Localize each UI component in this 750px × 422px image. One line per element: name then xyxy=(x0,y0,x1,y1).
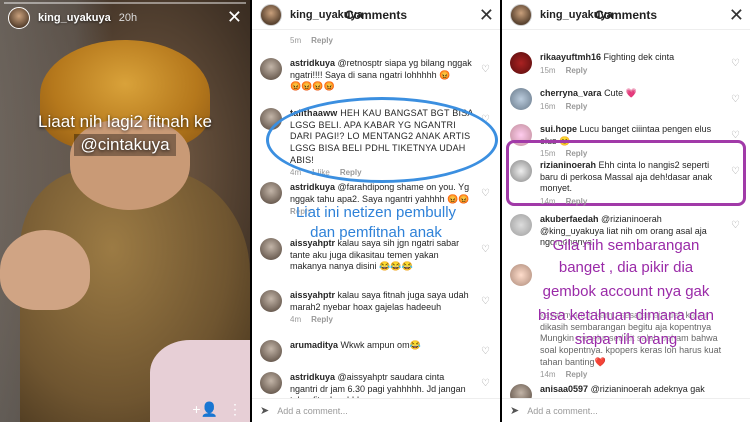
avatar[interactable] xyxy=(260,238,282,260)
avatar[interactable] xyxy=(260,182,282,204)
avatar[interactable] xyxy=(8,7,30,29)
avatar[interactable] xyxy=(510,3,532,26)
add-comment-bar: ➤ Add a comment... xyxy=(252,398,500,422)
avatar[interactable] xyxy=(510,52,532,74)
add-person-icon[interactable]: +👤 xyxy=(192,401,218,418)
comments-header: king_uyakuya Comments ✕ xyxy=(502,0,750,30)
comments-panel-1: king_uyakuya Comments ✕ 5m Reply astridku… xyxy=(252,0,500,422)
heart-icon[interactable]: ♡ xyxy=(481,188,490,199)
more-icon[interactable]: ⋮ xyxy=(228,401,242,418)
story-progress-bar xyxy=(4,2,246,4)
header-username[interactable]: king_uyakuya xyxy=(540,9,613,21)
annotation-line: bisa ketahuan dimana dan xyxy=(538,307,714,324)
reply-link[interactable]: Reply xyxy=(566,102,588,111)
header-username[interactable]: king_uyakuya xyxy=(290,9,363,21)
list-item: arumaditya Wkwk ampun om😂 ♡ xyxy=(252,340,500,362)
story-time: 20h xyxy=(118,12,138,24)
send-icon[interactable]: ➤ xyxy=(510,404,519,417)
close-icon[interactable]: ✕ xyxy=(227,6,242,28)
avatar[interactable] xyxy=(260,290,282,312)
story-header: king_uyakuya 20h ✕ xyxy=(8,6,242,30)
annotation-line: banget , dia pikir dia xyxy=(558,259,694,276)
comment-input[interactable]: Add a comment... xyxy=(527,406,742,416)
reply-link[interactable]: Reply xyxy=(311,315,333,324)
avatar[interactable] xyxy=(510,214,532,236)
reply-link[interactable]: Reply xyxy=(566,66,588,75)
list-item: aissyahptr kalau saya sih jgn ngatri sab… xyxy=(252,238,500,273)
annotation-line: siapa nih orang xyxy=(574,331,678,348)
heart-icon[interactable]: ♡ xyxy=(481,378,490,389)
comment-input[interactable]: Add a comment... xyxy=(277,406,492,416)
avatar[interactable] xyxy=(510,160,532,182)
send-icon[interactable]: ➤ xyxy=(260,404,269,417)
comments-panel-2: king_uyakuya Comments ✕ rikaayuftmh16 Fi… xyxy=(502,0,750,422)
comments-header: king_uyakuya Comments ✕ xyxy=(252,0,500,30)
avatar[interactable] xyxy=(260,58,282,80)
heart-icon[interactable]: ♡ xyxy=(731,58,740,69)
list-item: rizianinoerah Ehh cinta lo nangis2 seper… xyxy=(502,160,750,206)
avatar[interactable] xyxy=(260,3,282,26)
close-icon[interactable]: ✕ xyxy=(479,4,494,26)
annotation-line: gembok account nya gak xyxy=(542,283,710,300)
avatar[interactable] xyxy=(510,88,532,110)
heart-icon[interactable]: ♡ xyxy=(481,346,490,357)
avatar[interactable] xyxy=(260,372,282,394)
list-item: rikaayuftmh16 Fighting dek cinta 15m Repl… xyxy=(502,52,750,75)
close-icon[interactable]: ✕ xyxy=(729,4,744,26)
story-mention[interactable]: @cintakuya xyxy=(0,134,250,156)
heart-icon[interactable]: ♡ xyxy=(481,64,490,75)
heart-icon[interactable]: ♡ xyxy=(481,296,490,307)
heart-icon[interactable]: ♡ xyxy=(731,220,740,231)
heart-icon[interactable]: ♡ xyxy=(481,244,490,255)
story-username[interactable]: king_uyakuya xyxy=(38,12,111,24)
heart-icon[interactable]: ♡ xyxy=(731,166,740,177)
story-footer: +👤 ⋮ xyxy=(192,401,242,418)
list-item: astridkuya @retnosptr siapa yg bilang ng… xyxy=(252,58,500,93)
heart-icon[interactable]: ♡ xyxy=(731,94,740,105)
reply-link[interactable]: Reply xyxy=(566,370,588,379)
reply-link[interactable]: Reply xyxy=(311,36,333,45)
story-panel: king_uyakuya 20h ✕ Liaat nih lagi2 fitna… xyxy=(0,0,250,422)
avatar[interactable] xyxy=(260,340,282,362)
story-caption: Liaat nih lagi2 fitnah ke xyxy=(38,112,212,131)
highlight-circle xyxy=(266,97,498,183)
list-item: 5m Reply xyxy=(290,36,333,45)
add-comment-bar: ➤ Add a comment... xyxy=(502,398,750,422)
annotation-line: Gila nih sembarangan xyxy=(552,237,700,254)
list-item: anisaa0597 @rizianinoerah adeknya gak xyxy=(502,384,750,406)
list-item: aissyahptr kalau saya fitnah juga saya u… xyxy=(252,290,500,324)
annotation-line: Liat ini netizen pembully xyxy=(295,204,457,221)
list-item: cherryna_vara Cute 💗 16m Reply ♡ xyxy=(502,88,750,111)
reply-link[interactable]: Reply xyxy=(566,197,588,206)
